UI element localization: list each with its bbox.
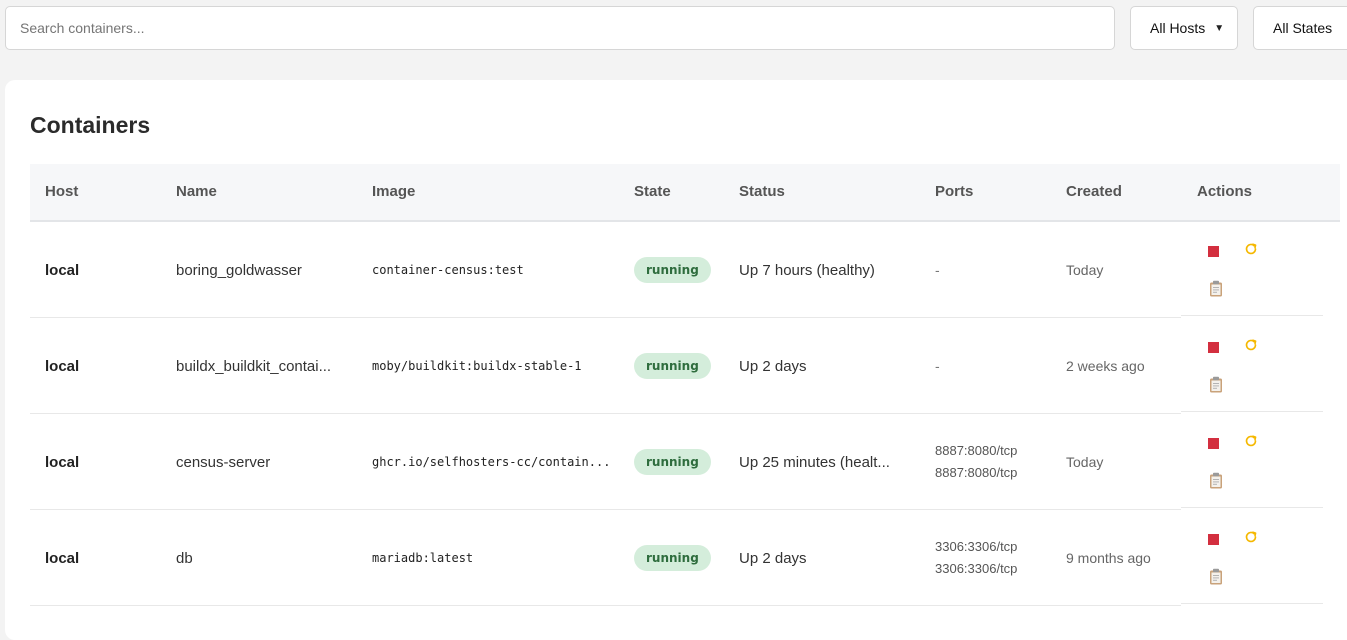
ports-cell: - bbox=[935, 318, 1055, 414]
image-cell: moby/buildkit:buildx-stable-1 bbox=[372, 318, 622, 414]
state-filter-select[interactable]: All States bbox=[1253, 6, 1347, 50]
ports-cell: 8887:8080/tcp 8887:8080/tcp bbox=[935, 414, 1055, 510]
image-cell: container-census:test bbox=[372, 222, 622, 318]
container-name[interactable]: boring_goldwasser bbox=[176, 222, 362, 318]
chevron-down-icon: ▼ bbox=[1214, 22, 1225, 34]
created-cell: Today bbox=[1066, 262, 1104, 278]
clipboard-icon[interactable] bbox=[1209, 280, 1223, 297]
port-mapping: 3306:3306/tcp bbox=[935, 561, 1018, 576]
container-name[interactable]: buildx_buildkit_contai... bbox=[176, 318, 362, 414]
table-header: Host Name Image State Status Ports Creat… bbox=[30, 164, 1340, 222]
status-badge: running bbox=[634, 257, 711, 283]
container-name-text: db bbox=[176, 549, 193, 567]
image-cell: ghcr.io/selfhosters-cc/contain... bbox=[372, 414, 622, 510]
column-header-ports: Ports bbox=[935, 183, 974, 200]
status-cell: Up 2 days bbox=[739, 318, 925, 414]
port-mapping: 8887:8080/tcp bbox=[935, 443, 1018, 458]
status-text: Up 2 days bbox=[739, 357, 807, 375]
host-cell: local bbox=[45, 357, 80, 375]
status-cell: Up 25 minutes (healt... bbox=[739, 414, 925, 510]
port-mapping: - bbox=[935, 358, 940, 374]
table-row: local census-server ghcr.io/selfhosters-… bbox=[30, 414, 1340, 510]
image-name: ghcr.io/selfhosters-cc/contain... bbox=[372, 455, 611, 469]
column-header-image: Image bbox=[372, 183, 416, 200]
restart-icon[interactable] bbox=[1244, 434, 1258, 448]
toolbar: All Hosts ▼ All States bbox=[5, 6, 1347, 50]
restart-icon[interactable] bbox=[1244, 242, 1258, 256]
status-cell: Up 2 days bbox=[739, 510, 925, 606]
host-filter-select[interactable]: All Hosts ▼ bbox=[1130, 6, 1238, 50]
row-divider bbox=[1181, 507, 1323, 508]
column-header-name: Name bbox=[176, 183, 217, 200]
row-divider bbox=[1181, 411, 1323, 412]
state-cell: running bbox=[634, 222, 729, 318]
ports-cell: - bbox=[935, 222, 1055, 318]
created-cell: Today bbox=[1066, 454, 1104, 470]
status-text: Up 7 hours (healthy) bbox=[739, 261, 875, 279]
host-cell: local bbox=[45, 453, 80, 471]
status-badge: running bbox=[634, 545, 711, 571]
column-header-status: Status bbox=[739, 183, 785, 200]
container-name-text: census-server bbox=[176, 453, 271, 471]
port-mapping: 8887:8080/tcp bbox=[935, 465, 1018, 480]
state-filter-value: All States bbox=[1273, 20, 1333, 36]
image-name: mariadb:latest bbox=[372, 551, 474, 565]
stop-icon[interactable] bbox=[1208, 534, 1219, 545]
image-cell: mariadb:latest bbox=[372, 510, 622, 606]
restart-icon[interactable] bbox=[1244, 338, 1258, 352]
row-divider bbox=[1181, 603, 1323, 604]
column-header-created: Created bbox=[1066, 183, 1122, 200]
host-filter-value: All Hosts bbox=[1150, 20, 1206, 36]
container-name-text: boring_goldwasser bbox=[176, 261, 302, 279]
column-header-actions: Actions bbox=[1197, 183, 1253, 200]
table-row: local boring_goldwasser container-census… bbox=[30, 222, 1340, 318]
column-header-state: State bbox=[634, 183, 671, 200]
restart-icon[interactable] bbox=[1244, 530, 1258, 544]
stop-icon[interactable] bbox=[1208, 342, 1219, 353]
image-name: moby/buildkit:buildx-stable-1 bbox=[372, 359, 582, 373]
stop-icon[interactable] bbox=[1208, 438, 1219, 449]
stop-icon[interactable] bbox=[1208, 246, 1219, 257]
status-badge: running bbox=[634, 353, 711, 379]
port-mapping: 3306:3306/tcp bbox=[935, 539, 1018, 554]
port-mapping: - bbox=[935, 262, 940, 278]
clipboard-icon[interactable] bbox=[1209, 472, 1223, 489]
row-divider bbox=[1181, 315, 1323, 316]
host-cell: local bbox=[45, 261, 80, 279]
container-name[interactable]: census-server bbox=[176, 414, 362, 510]
page-title: Containers bbox=[30, 112, 151, 138]
status-text: Up 2 days bbox=[739, 549, 807, 567]
container-name-text: buildx_buildkit_contai... bbox=[176, 357, 332, 375]
state-cell: running bbox=[634, 510, 729, 606]
table-row: local db mariadb:latest running Up 2 day… bbox=[30, 510, 1340, 606]
status-cell: Up 7 hours (healthy) bbox=[739, 222, 925, 318]
clipboard-icon[interactable] bbox=[1209, 568, 1223, 585]
table-row: local buildx_buildkit_contai... moby/bui… bbox=[30, 318, 1340, 414]
status-text: Up 25 minutes (healt... bbox=[739, 453, 890, 471]
image-name: container-census:test bbox=[372, 263, 524, 277]
host-cell: local bbox=[45, 549, 80, 567]
state-cell: running bbox=[634, 318, 729, 414]
state-cell: running bbox=[634, 414, 729, 510]
status-badge: running bbox=[634, 449, 711, 475]
created-cell: 9 months ago bbox=[1066, 550, 1151, 566]
column-header-host: Host bbox=[45, 183, 79, 200]
containers-card: Containers Host Name Image State Status … bbox=[5, 80, 1347, 640]
clipboard-icon[interactable] bbox=[1209, 376, 1223, 393]
container-name[interactable]: db bbox=[176, 510, 362, 606]
created-cell: 2 weeks ago bbox=[1066, 358, 1145, 374]
ports-cell: 3306:3306/tcp 3306:3306/tcp bbox=[935, 510, 1055, 606]
search-input[interactable] bbox=[5, 6, 1115, 50]
